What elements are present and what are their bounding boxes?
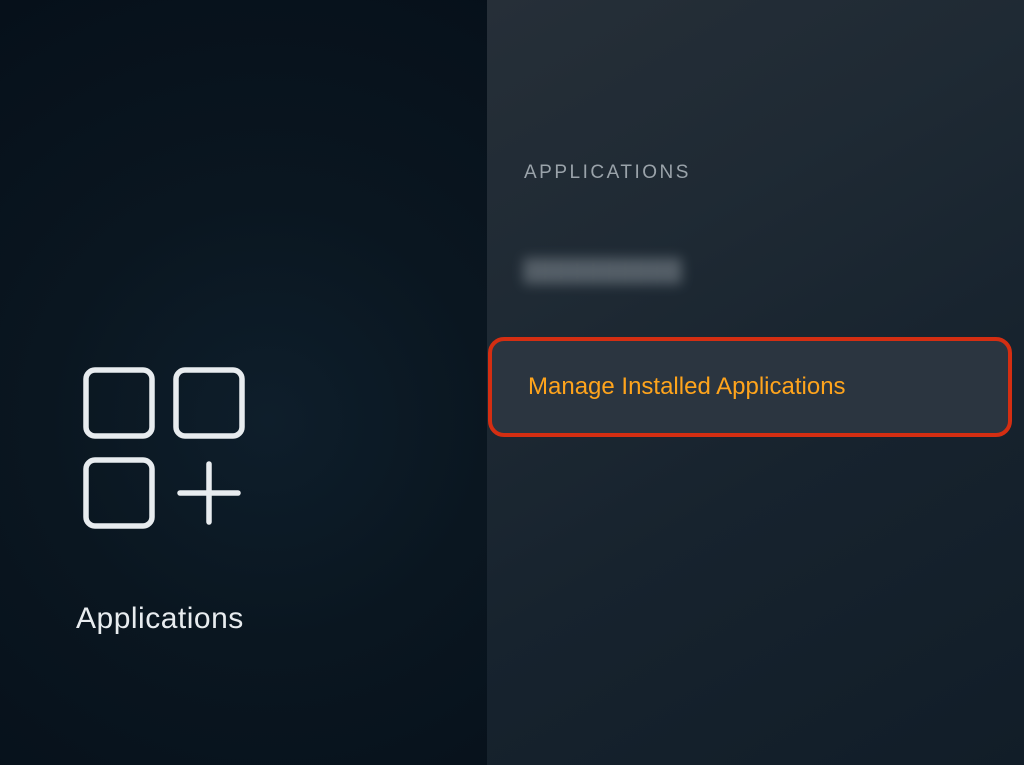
category-panel: Applications bbox=[0, 0, 487, 765]
applications-grid-icon bbox=[82, 366, 252, 534]
options-panel: APPLICATIONS ▇▇▇▇▇▇▇ Manage Installed Ap… bbox=[487, 0, 1024, 765]
category-title: Applications bbox=[76, 602, 244, 636]
menu-item-manage-installed-applications[interactable]: Manage Installed Applications bbox=[488, 337, 1012, 437]
settings-screen: Applications APPLICATIONS ▇▇▇▇▇▇▇ Manage… bbox=[0, 0, 1024, 765]
menu-item-obscured[interactable]: ▇▇▇▇▇▇▇ bbox=[524, 258, 682, 284]
section-header: APPLICATIONS bbox=[524, 162, 691, 184]
